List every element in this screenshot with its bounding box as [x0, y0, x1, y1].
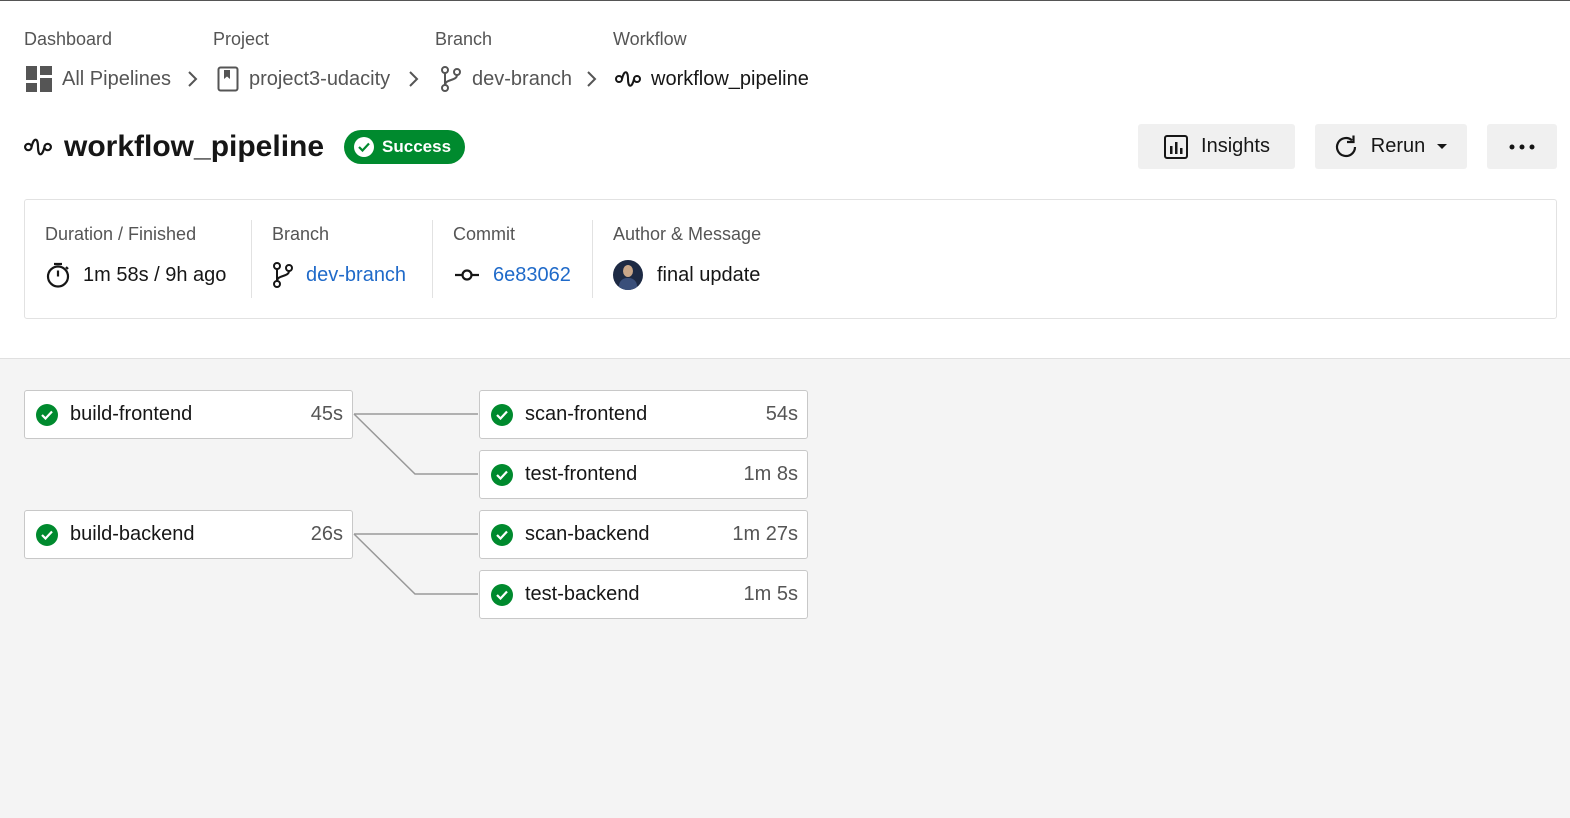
job-duration: 1m 27s: [732, 523, 798, 545]
breadcrumb-workflow-label-col: Workflow: [613, 28, 687, 50]
branch-label: Branch: [272, 224, 330, 244]
breadcrumb-workflow-text: workflow_pipeline: [651, 67, 809, 90]
divider: [251, 220, 252, 298]
success-check-icon: [491, 403, 513, 426]
dashboard-grid-icon: [26, 66, 52, 92]
breadcrumb-all-pipelines-text: All Pipelines: [62, 67, 171, 90]
job-test-backend[interactable]: test-backend 1m 5s: [479, 570, 808, 619]
branch-icon: [441, 66, 461, 92]
breadcrumb-project[interactable]: project3-udacity: [217, 64, 390, 94]
insights-button[interactable]: Insights: [1138, 124, 1295, 169]
commit-label: Commit: [453, 224, 515, 244]
branch-link[interactable]: dev-branch: [306, 264, 406, 287]
caret-down-icon: [1437, 143, 1448, 149]
top-border: [0, 0, 1570, 1]
breadcrumb-workflow[interactable]: workflow_pipeline: [615, 64, 809, 94]
job-duration: 1m 5s: [743, 583, 798, 605]
rerun-icon: [1335, 135, 1356, 157]
job-duration: 1m 8s: [743, 463, 798, 485]
check-circle-icon: [354, 137, 375, 157]
insights-button-label: Insights: [1201, 135, 1270, 157]
author-value: final update: [613, 260, 760, 290]
branch-value[interactable]: dev-branch: [272, 260, 406, 290]
commit-icon: [455, 269, 479, 281]
job-name: build-backend: [70, 523, 195, 545]
divider: [592, 220, 593, 298]
divider: [432, 220, 433, 298]
job-name: test-frontend: [525, 463, 638, 485]
success-check-icon: [491, 523, 513, 546]
more-options-button[interactable]: [1487, 124, 1557, 169]
breadcrumb-branch-text: dev-branch: [472, 67, 573, 90]
timer-icon: [46, 262, 70, 288]
more-dots-icon: [1509, 144, 1535, 149]
commit-link[interactable]: 6e83062: [493, 264, 571, 287]
rerun-button-label: Rerun: [1370, 135, 1426, 157]
workflow-info-card: Duration / Finished 1m 58s / 9h ago Bran…: [24, 199, 1557, 319]
duration-label: Duration / Finished: [45, 224, 197, 244]
workflow-icon: [24, 138, 52, 156]
breadcrumb-all-pipelines[interactable]: All Pipelines: [26, 64, 171, 94]
job-name: test-backend: [525, 583, 640, 605]
breadcrumb-branch-label: Branch: [435, 29, 493, 49]
breadcrumb-branch[interactable]: dev-branch: [440, 64, 572, 94]
bookmark-icon: [217, 66, 239, 92]
duration-value-text: 1m 58s / 9h ago: [83, 263, 227, 286]
rerun-button[interactable]: Rerun: [1315, 124, 1467, 169]
breadcrumb-branch-label-col: Branch: [435, 28, 492, 50]
breadcrumb-project-text: project3-udacity: [249, 67, 391, 90]
branch-icon: [273, 262, 293, 288]
author-label: Author & Message: [613, 224, 762, 244]
job-duration: 54s: [765, 403, 798, 425]
job-scan-frontend[interactable]: scan-frontend 54s: [479, 390, 808, 439]
breadcrumb-dashboard-label: Dashboard: [24, 29, 113, 49]
success-check-icon: [36, 403, 58, 426]
avatar[interactable]: [613, 260, 643, 290]
insights-chart-icon: [1164, 134, 1189, 159]
breadcrumb-project-label-col: Project: [213, 28, 269, 50]
success-check-icon: [491, 463, 513, 486]
chevron-right-icon: [409, 71, 419, 87]
job-name: scan-frontend: [525, 403, 648, 425]
success-check-icon: [491, 583, 513, 606]
page-title: workflow_pipeline: [64, 130, 325, 163]
chevron-right-icon: [188, 71, 198, 87]
commit-message: final update: [657, 263, 761, 286]
status-badge: Success: [344, 130, 466, 164]
job-build-frontend[interactable]: build-frontend 45s: [24, 390, 353, 439]
duration-value: 1m 58s / 9h ago: [45, 260, 226, 290]
success-check-icon: [36, 523, 58, 546]
job-name: scan-backend: [525, 523, 650, 545]
breadcrumb-workflow-label: Workflow: [613, 29, 687, 49]
workflow-graph: build-frontend 45s scan-frontend 54s tes…: [0, 358, 1570, 818]
job-name: build-frontend: [70, 403, 193, 425]
job-duration: 26s: [310, 523, 343, 545]
commit-value[interactable]: 6e83062: [453, 260, 571, 290]
breadcrumb-project-label: Project: [213, 29, 270, 49]
chevron-right-icon: [587, 71, 597, 87]
workflow-icon: [615, 71, 641, 87]
job-duration: 45s: [310, 403, 343, 425]
status-badge-text: Success: [382, 137, 452, 156]
job-build-backend[interactable]: build-backend 26s: [24, 510, 353, 559]
page-header: workflow_pipeline Success: [24, 125, 466, 169]
job-scan-backend[interactable]: scan-backend 1m 27s: [479, 510, 808, 559]
job-test-frontend[interactable]: test-frontend 1m 8s: [479, 450, 808, 499]
breadcrumb-dashboard-label-col: Dashboard: [24, 28, 112, 50]
